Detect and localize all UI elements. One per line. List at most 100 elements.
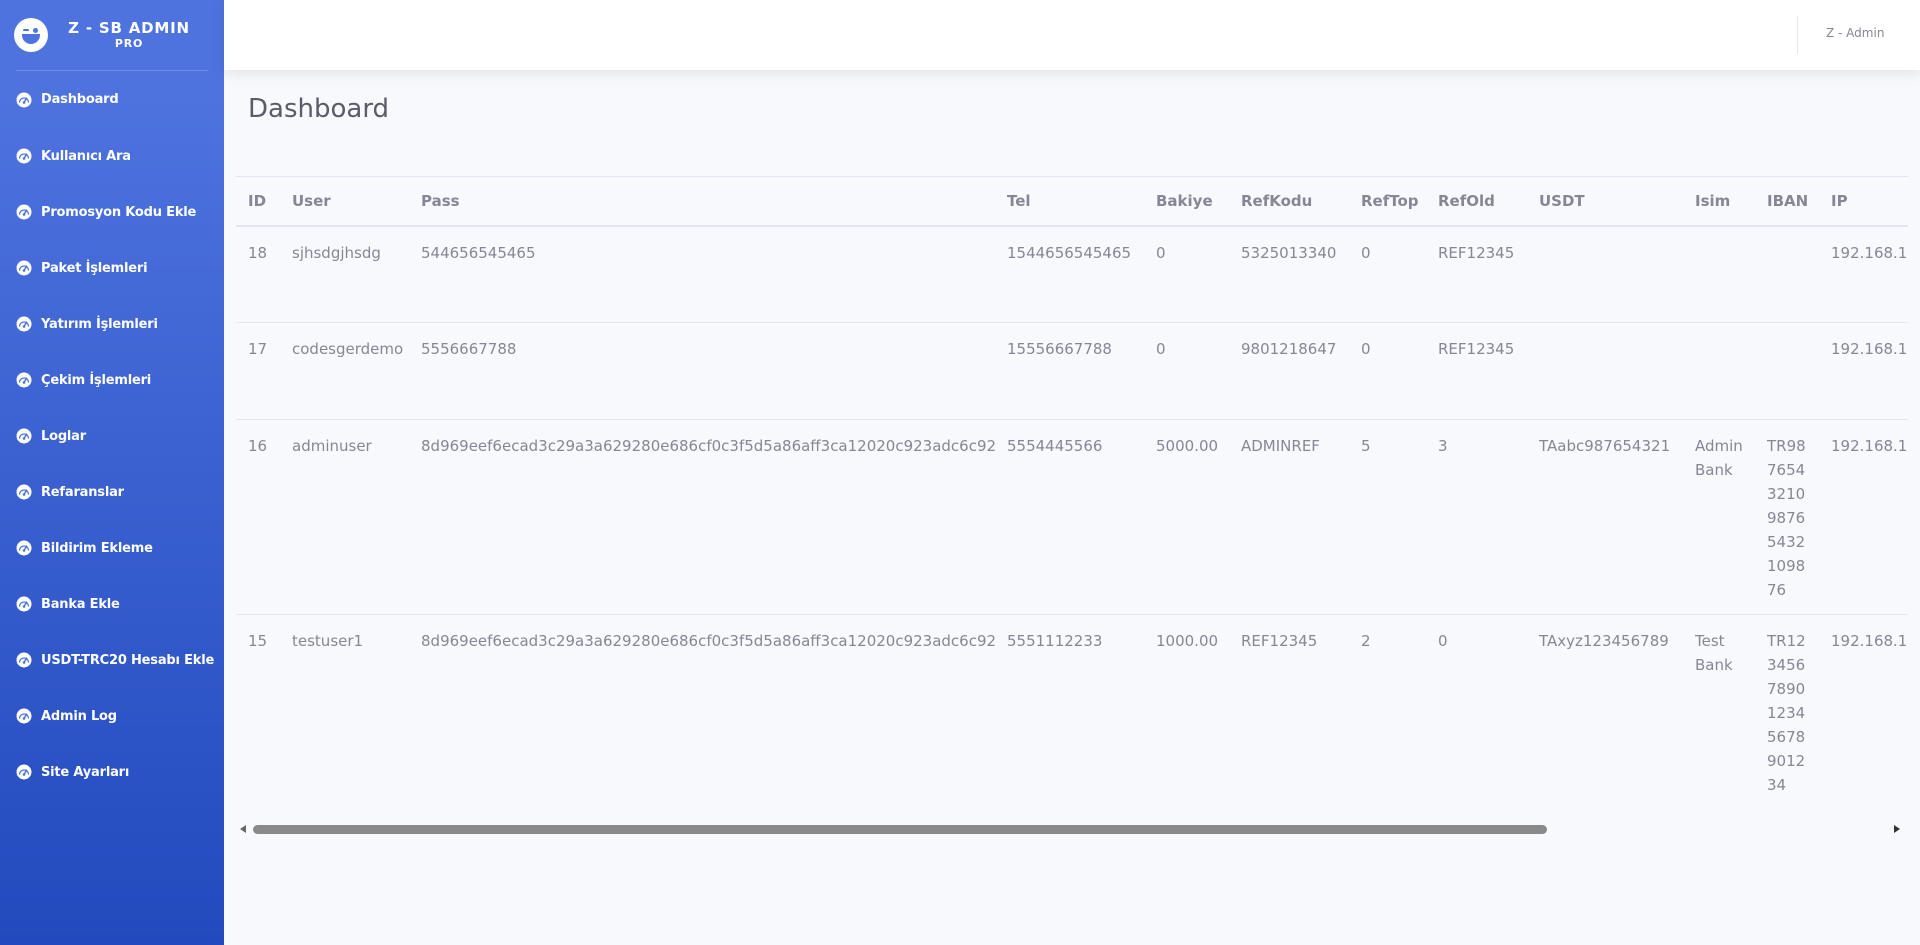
- tachometer-icon: [16, 428, 32, 444]
- scroll-left-arrow-icon[interactable]: [240, 825, 246, 833]
- table-cell-bakiye: 0: [1144, 322, 1229, 420]
- sidebar-item-admin-log[interactable]: Admin Log: [0, 688, 224, 744]
- tachometer-icon: [16, 92, 32, 108]
- table-cell-pass: 8d969eef6ecad3c29a3a629280e686cf0c3f5d5a…: [409, 419, 996, 615]
- column-header[interactable]: Bakiye: [1144, 176, 1229, 227]
- table-cell-refold: 3: [1426, 419, 1527, 615]
- column-header[interactable]: IP: [1819, 176, 1908, 227]
- sidebar-item-label: Promosyon Kodu Ekle: [41, 204, 197, 220]
- table-cell-bakiye: 0: [1144, 225, 1229, 323]
- tachometer-icon: [16, 260, 32, 276]
- tachometer-icon: [16, 148, 32, 164]
- users-table: ID User Pass Tel Bakiye RefKodu RefTop RefOld US…: [236, 176, 1908, 809]
- table-cell-iban: [1755, 322, 1819, 420]
- table-cell-id: 18: [236, 225, 280, 323]
- table-row: 16 adminuser 8d969eef6ecad3c29a3a629280e68…: [236, 419, 1908, 615]
- table-cell-user: adminuser: [280, 419, 409, 615]
- sidebar-item-promosyon-kodu-ekle[interactable]: Promosyon Kodu Ekle: [0, 184, 224, 240]
- brand-text: Z - SB ADMIN PRO: [48, 19, 224, 51]
- column-header[interactable]: Tel: [995, 176, 1144, 227]
- table-cell-reftop: 0: [1349, 225, 1426, 323]
- sidebar-item-label: Paket İşlemleri: [41, 260, 148, 276]
- sidebar-brand[interactable]: Z - SB ADMIN PRO: [0, 0, 224, 70]
- sidebar-item-çekim-i-şlemleri[interactable]: Çekim İşlemleri: [0, 352, 224, 408]
- table-cell-user: codesgerdemo: [280, 322, 409, 420]
- sidebar-item-loglar[interactable]: Loglar: [0, 408, 224, 464]
- table-header-row: ID User Pass Tel Bakiye RefKodu RefTop RefOld US…: [236, 176, 1908, 227]
- table-row: 18 sjhsdgjhsdg 544656545465 1544656545465 0 5…: [236, 225, 1908, 323]
- column-header[interactable]: Isim: [1683, 176, 1755, 227]
- user-dropdown[interactable]: Z - Admin: [1826, 26, 1884, 40]
- table-cell-iban: TR123456789012345678901234: [1755, 614, 1819, 809]
- users-table-container[interactable]: ID User Pass Tel Bakiye RefKodu RefTop RefOld US…: [236, 176, 1908, 838]
- sidebar-item-paket-i-şlemleri[interactable]: Paket İşlemleri: [0, 240, 224, 296]
- table-cell-iban: TR987654321098765432109876: [1755, 419, 1819, 615]
- scrollbar-thumb[interactable]: [253, 825, 1547, 834]
- table-cell-tel: 5551112233: [995, 614, 1144, 809]
- table-cell-pass: 544656545465: [409, 225, 995, 323]
- horizontal-scrollbar[interactable]: [236, 820, 1908, 838]
- sidebar-item-label: Dashboard: [41, 92, 119, 107]
- sidebar-item-label: Çekim İşlemleri: [41, 372, 152, 388]
- sidebar-item-label: Site Ayarları: [41, 764, 130, 780]
- table-cell-id: 15: [236, 614, 280, 809]
- sidebar-item-kullanıcı-ara[interactable]: Kullanıcı Ara: [0, 128, 224, 184]
- column-header[interactable]: RefOld: [1426, 176, 1527, 227]
- topbar-divider: [1797, 16, 1798, 54]
- table-cell-ip: 192.168.1.: [1819, 225, 1908, 323]
- table-cell-usdt: [1527, 225, 1683, 323]
- table-cell-tel: 5554445566: [995, 419, 1144, 615]
- table-row: 15 testuser1 8d969eef6ecad3c29a3a629280e68…: [236, 614, 1908, 809]
- column-header[interactable]: User: [280, 176, 409, 227]
- scroll-right-arrow-icon[interactable]: [1894, 825, 1900, 833]
- tachometer-icon: [16, 316, 32, 332]
- sidebar-item-dashboard[interactable]: Dashboard: [0, 71, 224, 128]
- table-cell-pass: 8d969eef6ecad3c29a3a629280e686cf0c3f5d5a…: [409, 614, 996, 809]
- sidebar-item-yatırım-i-şlemleri[interactable]: Yatırım İşlemleri: [0, 296, 224, 352]
- table-cell-bakiye: 1000.00: [1144, 614, 1229, 809]
- sidebar-item-banka-ekle[interactable]: Banka Ekle: [0, 576, 224, 632]
- table-cell-pass: 5556667788: [409, 322, 995, 420]
- laugh-wink-icon: [14, 18, 48, 52]
- table-cell-refold: REF12345: [1426, 322, 1527, 420]
- table-cell-refkodu: REF12345: [1229, 614, 1349, 809]
- sidebar-item-refaranslar[interactable]: Refaranslar: [0, 464, 224, 520]
- sidebar-item-label: Loglar: [41, 428, 86, 444]
- sidebar-item-label: Kullanıcı Ara: [41, 148, 131, 164]
- sidebar-item-usdt-trc20-hesabı-ekle[interactable]: USDT-TRC20 Hesabı Ekle: [0, 632, 224, 688]
- sidebar-item-site-ayarları[interactable]: Site Ayarları: [0, 744, 224, 800]
- column-header[interactable]: Pass: [409, 176, 995, 227]
- table-cell-bakiye: 5000.00: [1144, 419, 1229, 615]
- table-cell-id: 17: [236, 322, 280, 420]
- sidebar-item-label: Admin Log: [41, 708, 117, 724]
- table-cell-usdt: [1527, 322, 1683, 420]
- tachometer-icon: [16, 652, 32, 668]
- table-cell-ip: 192.168.1.: [1819, 322, 1908, 420]
- table-cell-refold: 0: [1426, 614, 1527, 809]
- tachometer-icon: [16, 596, 32, 612]
- sidebar: Z - SB ADMIN PRO Dashboard Kullanıcı Ara P…: [0, 0, 224, 945]
- column-header[interactable]: RefKodu: [1229, 176, 1349, 227]
- table-cell-tel: 15556667788: [995, 322, 1144, 420]
- page-title: Dashboard: [248, 94, 390, 124]
- table-cell-isim: Admin Bank: [1683, 419, 1755, 615]
- table-cell-reftop: 5: [1349, 419, 1426, 615]
- brand-subtitle: PRO: [114, 37, 144, 50]
- column-header[interactable]: RefTop: [1349, 176, 1426, 227]
- sidebar-item-label: USDT-TRC20 Hesabı Ekle: [41, 652, 215, 668]
- table-cell-refold: REF12345: [1426, 225, 1527, 323]
- table-cell-reftop: 0: [1349, 322, 1426, 420]
- column-header[interactable]: USDT: [1527, 176, 1683, 227]
- column-header[interactable]: ID: [236, 176, 280, 227]
- sidebar-nav: Dashboard Kullanıcı Ara Promosyon Kodu Ekl…: [0, 71, 224, 800]
- tachometer-icon: [16, 764, 32, 780]
- column-header[interactable]: IBAN: [1755, 176, 1819, 227]
- table-cell-refkodu: 9801218647: [1229, 322, 1349, 420]
- table-cell-reftop: 2: [1349, 614, 1426, 809]
- tachometer-icon: [16, 708, 32, 724]
- sidebar-item-bildirim-ekleme[interactable]: Bildirim Ekleme: [0, 520, 224, 576]
- table-cell-isim: Test Bank: [1683, 614, 1755, 809]
- table-cell-usdt: TAabc987654321: [1527, 419, 1683, 615]
- table-cell-isim: [1683, 322, 1755, 420]
- tachometer-icon: [16, 540, 32, 556]
